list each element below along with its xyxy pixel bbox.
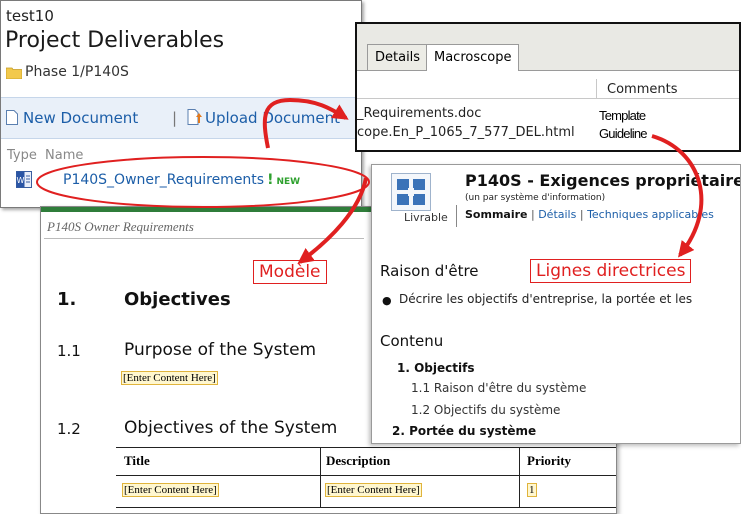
nav-separator: |	[530, 208, 535, 221]
upload-icon	[187, 109, 202, 125]
livrable-logo-icon	[391, 173, 431, 211]
section-1-number: 1.	[57, 289, 77, 310]
sharepoint-library-panel: test10 Project Deliverables Phase 1/P140…	[0, 0, 362, 208]
column-header-row: Comments	[357, 79, 739, 99]
nav-details[interactable]: Détails	[538, 208, 576, 221]
nav-sommaire[interactable]: Sommaire	[465, 208, 527, 221]
new-document-icon	[6, 110, 18, 125]
toc-item[interactable]: 1.2 Objectifs du système	[411, 403, 560, 417]
livrable-nav: Sommaire | Détails | Techniques applicab…	[465, 208, 714, 221]
column-type[interactable]: Type	[7, 148, 37, 163]
section-raison-title: Raison d'être	[380, 262, 479, 280]
table-cell-title[interactable]: [Enter Content Here]	[122, 483, 219, 497]
comments-header[interactable]: Comments	[607, 82, 677, 97]
toc-item[interactable]: 2. Portée du système	[392, 424, 536, 438]
tab-details[interactable]: Details	[367, 44, 429, 70]
table-col-divider	[320, 448, 321, 507]
nav-divider	[456, 205, 457, 227]
table-header-title: Title	[124, 453, 150, 468]
document-tabs-window: Details Macroscope Comments _Requirement…	[355, 22, 741, 152]
column-divider	[596, 79, 597, 98]
breadcrumb-path[interactable]: Phase 1/P140S	[25, 64, 129, 80]
section-1-2-title: Objectives of the System	[124, 418, 338, 438]
document-header: P140S Owner Requirements	[44, 216, 364, 239]
table-cell-priority[interactable]: 1	[527, 483, 537, 497]
section-1-title: Objectives	[124, 289, 231, 310]
site-name[interactable]: test10	[6, 7, 54, 25]
upload-document-button[interactable]: Upload Document	[205, 109, 340, 127]
livrable-page-panel: P140S - Exigences propriétaire (un par s…	[371, 164, 741, 444]
content-placeholder[interactable]: [Enter Content Here]	[121, 371, 218, 385]
word-doc-icon[interactable]: W	[16, 171, 32, 188]
new-document-button[interactable]: New Document	[23, 109, 138, 127]
table-col-divider	[519, 448, 520, 507]
comment-template: Template	[599, 108, 646, 123]
svg-text:W: W	[17, 176, 25, 185]
table-cell-description[interactable]: [Enter Content Here]	[325, 483, 422, 497]
toc-item[interactable]: 1. Objectifs	[397, 361, 474, 375]
new-flag: !	[267, 172, 274, 188]
library-toolbar: New Document | Upload Document	[1, 97, 361, 139]
type-label: Livrable	[404, 211, 448, 224]
header-title: P140S Owner Requirements	[47, 219, 194, 234]
comment-guideline: Guideline	[599, 126, 648, 141]
section-contenu-title: Contenu	[380, 332, 444, 350]
livrable-title: P140S - Exigences propriétaire	[465, 171, 741, 190]
section-1-2-number: 1.2	[57, 420, 81, 438]
callout-lignes-directrices: Lignes directrices	[530, 259, 692, 283]
toc-item[interactable]: 1.1 Raison d'être du système	[411, 381, 586, 395]
bullet-dot: ●	[382, 294, 392, 307]
file-row[interactable]: P140S_Owner_Requirements! NEW	[63, 172, 300, 188]
nav-techniques[interactable]: Techniques applicables	[587, 208, 714, 221]
bullet-text: Décrire les objectifs d'entreprise, la p…	[399, 292, 693, 306]
new-badge: NEW	[276, 177, 301, 187]
file-cell-1[interactable]: _Requirements.doc	[357, 106, 481, 121]
livrable-subtitle: (un par système d'information)	[465, 193, 606, 203]
table-header-priority: Priority	[527, 453, 572, 468]
nav-separator: |	[579, 208, 584, 221]
tab-bar: Details Macroscope	[357, 24, 739, 71]
section-1-1-number: 1.1	[57, 342, 81, 360]
file-name-link[interactable]: P140S_Owner_Requirements	[63, 172, 264, 188]
toolbar-separator: |	[172, 109, 178, 127]
column-name[interactable]: Name	[45, 148, 83, 163]
folder-icon	[6, 67, 22, 79]
callout-modele: Modèle	[253, 260, 327, 284]
section-1-1-title: Purpose of the System	[124, 340, 317, 360]
objectives-table: Title Description Priority [Enter Conten…	[116, 447, 616, 508]
page-title: Project Deliverables	[5, 28, 225, 53]
table-header-description: Description	[326, 453, 391, 468]
tab-macroscope[interactable]: Macroscope	[426, 44, 520, 71]
file-cell-2[interactable]: cope.En_P_1065_7_577_DEL.html	[357, 125, 575, 140]
